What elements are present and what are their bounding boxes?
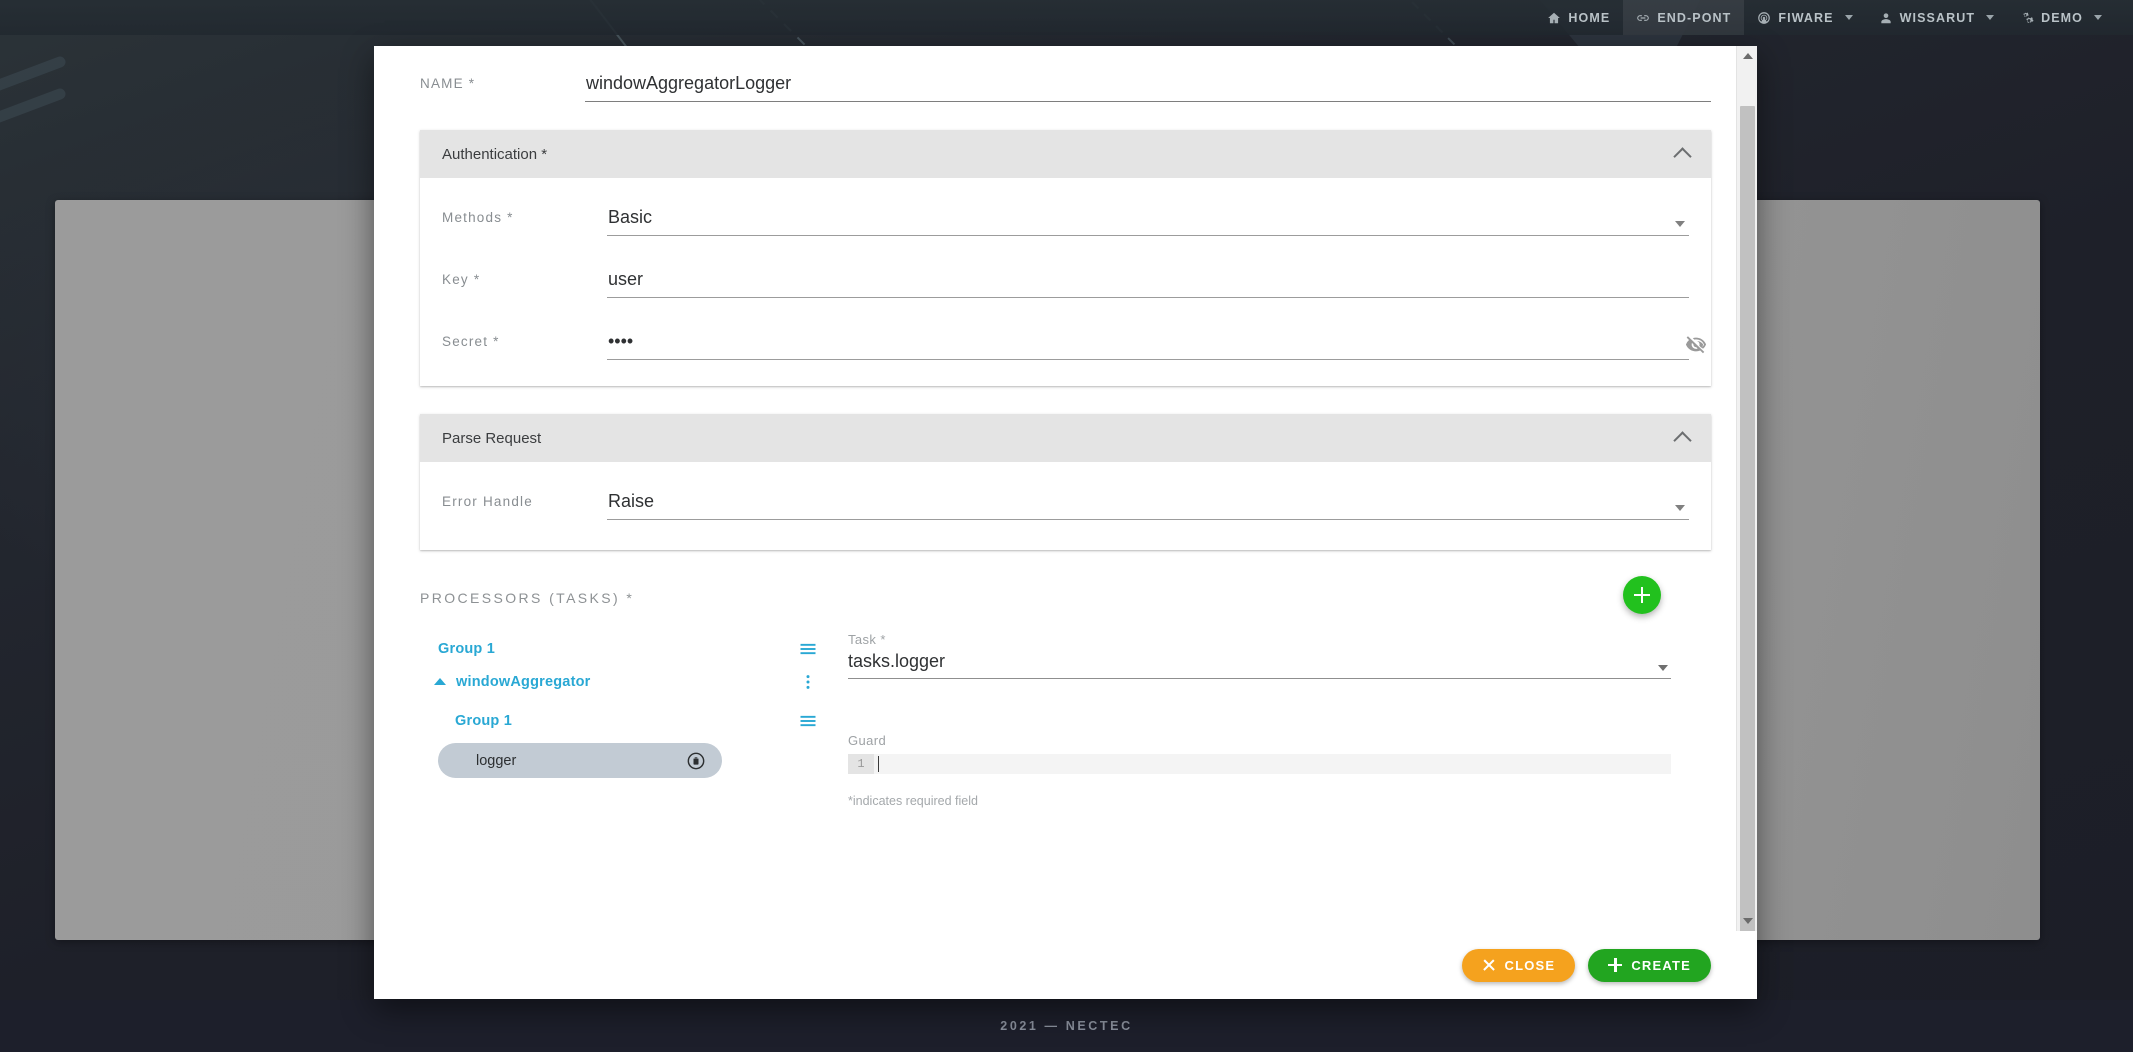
tree-row-nested-group-1[interactable]: Group 1 bbox=[420, 704, 820, 737]
hamburger-icon[interactable] bbox=[796, 637, 820, 661]
name-field-row: NAME * windowAggregatorLogger bbox=[398, 70, 1733, 102]
methods-select-value[interactable]: Basic bbox=[607, 204, 1689, 230]
authentication-panel-header[interactable]: Authentication * bbox=[420, 130, 1711, 178]
task-select-value[interactable]: tasks.logger bbox=[848, 649, 1671, 674]
tree-item-label: Group 1 bbox=[438, 640, 495, 657]
scrollbar-thumb[interactable] bbox=[1740, 106, 1755, 931]
close-button[interactable]: CLOSE bbox=[1461, 948, 1576, 982]
chevron-down-icon bbox=[2094, 15, 2102, 20]
create-button[interactable]: CREATE bbox=[1588, 948, 1711, 982]
nav-item-fiware[interactable]: FIWARE bbox=[1744, 0, 1865, 35]
authentication-panel-body: Methods * Basic Key * user Secret * •••• bbox=[420, 178, 1711, 386]
secret-input[interactable]: •••• bbox=[607, 328, 1689, 354]
close-button-label: CLOSE bbox=[1504, 957, 1556, 973]
gears-icon bbox=[2020, 11, 2034, 25]
nav-item-end-point[interactable]: END-PONT bbox=[1623, 0, 1745, 35]
tree-item-label: Group 1 bbox=[455, 712, 512, 729]
scroll-up-arrow[interactable] bbox=[1737, 46, 1757, 66]
secret-input-wrapper[interactable]: •••• bbox=[607, 328, 1707, 360]
link-icon bbox=[1636, 11, 1650, 25]
parse-request-panel-title: Parse Request bbox=[442, 429, 542, 447]
add-processor-button[interactable] bbox=[1623, 576, 1661, 614]
guard-line-number: 1 bbox=[848, 754, 874, 774]
page-footer: 2021 — NECTEC bbox=[0, 1000, 2133, 1052]
nav-label: DEMO bbox=[2041, 10, 2083, 25]
processors-section: PROCESSORS (TASKS) * Group 1 windowAggre… bbox=[420, 576, 1711, 808]
name-input-wrapper[interactable]: windowAggregatorLogger bbox=[585, 70, 1711, 102]
parse-request-panel-body: Error Handle Raise bbox=[420, 462, 1711, 550]
processors-columns: Group 1 windowAggregator Group 1 logger … bbox=[420, 632, 1711, 808]
processors-title: PROCESSORS (TASKS) * bbox=[420, 590, 635, 606]
scroll-down-arrow[interactable] bbox=[1737, 911, 1757, 931]
eye-off-icon[interactable] bbox=[1683, 331, 1709, 357]
key-label: Key * bbox=[442, 272, 481, 287]
person-icon bbox=[1879, 11, 1893, 25]
fiware-icon bbox=[1757, 11, 1771, 25]
tree-item-label: logger bbox=[476, 752, 517, 769]
guard-label: Guard bbox=[848, 733, 887, 748]
key-field-row: Key * user bbox=[420, 266, 1711, 298]
kebab-icon[interactable] bbox=[796, 670, 820, 694]
authentication-panel: Authentication * Methods * Basic Key * u… bbox=[420, 130, 1711, 386]
nav-label: HOME bbox=[1568, 10, 1611, 25]
error-handle-select-wrapper[interactable]: Raise bbox=[607, 488, 1689, 520]
close-x-icon bbox=[1482, 958, 1496, 972]
tree-row-group-1[interactable]: Group 1 bbox=[420, 632, 820, 665]
error-handle-label: Error Handle bbox=[442, 494, 533, 509]
hamburger-icon[interactable] bbox=[796, 709, 820, 733]
guard-field: Guard 1 bbox=[848, 733, 1671, 774]
nav-label: END-PONT bbox=[1657, 10, 1732, 25]
error-handle-field-row: Error Handle Raise bbox=[420, 488, 1711, 520]
parse-request-panel-header[interactable]: Parse Request bbox=[420, 414, 1711, 462]
key-input[interactable]: user bbox=[607, 266, 1689, 292]
top-navigation-bar: HOME END-PONT FIWARE WISSARUT DEMO bbox=[0, 0, 2133, 35]
chevron-down-icon[interactable] bbox=[1675, 221, 1685, 227]
chevron-down-icon[interactable] bbox=[1675, 505, 1685, 511]
dialog-scrollbar[interactable] bbox=[1736, 46, 1757, 931]
task-label: Task * bbox=[848, 632, 886, 647]
nav-item-demo[interactable]: DEMO bbox=[2007, 0, 2115, 35]
error-handle-select-value[interactable]: Raise bbox=[607, 488, 1689, 514]
authentication-panel-title: Authentication * bbox=[442, 145, 548, 163]
chevron-down-icon[interactable] bbox=[1658, 665, 1668, 671]
processor-detail: Task * tasks.logger Guard 1 *indicates r… bbox=[848, 632, 1711, 808]
secret-field-row: Secret * •••• bbox=[420, 328, 1711, 360]
dialog-action-bar: CLOSE CREATE bbox=[374, 931, 1757, 999]
parse-request-panel: Parse Request Error Handle Raise bbox=[420, 414, 1711, 550]
caret-up-icon[interactable] bbox=[434, 678, 446, 685]
nav-label: FIWARE bbox=[1778, 10, 1834, 25]
chevron-down-icon bbox=[1844, 15, 1853, 20]
methods-field-row: Methods * Basic bbox=[420, 204, 1711, 236]
tree-item-label: windowAggregator bbox=[456, 673, 591, 690]
task-field: Task * tasks.logger bbox=[848, 632, 1671, 679]
chevron-up-icon[interactable] bbox=[1673, 431, 1692, 450]
chevron-down-icon bbox=[1986, 15, 1995, 20]
text-cursor bbox=[878, 756, 879, 772]
name-input[interactable]: windowAggregatorLogger bbox=[585, 70, 1711, 96]
trash-icon[interactable] bbox=[684, 749, 708, 773]
endpoint-form-dialog: NAME * windowAggregatorLogger Authentica… bbox=[374, 46, 1757, 999]
create-button-label: CREATE bbox=[1631, 957, 1691, 973]
methods-select-wrapper[interactable]: Basic bbox=[607, 204, 1689, 236]
required-field-note: *indicates required field bbox=[848, 794, 978, 808]
dialog-scroll-area: NAME * windowAggregatorLogger Authentica… bbox=[374, 46, 1757, 931]
plus-icon bbox=[1608, 958, 1623, 972]
tree-chip-logger[interactable]: logger bbox=[438, 743, 722, 778]
nav-item-home[interactable]: HOME bbox=[1534, 0, 1623, 35]
nav-item-user[interactable]: WISSARUT bbox=[1866, 0, 2007, 35]
guard-code-editor[interactable]: 1 bbox=[848, 754, 1671, 774]
home-icon bbox=[1547, 11, 1561, 25]
processors-tree: Group 1 windowAggregator Group 1 logger bbox=[420, 632, 820, 808]
tree-row-window-aggregator[interactable]: windowAggregator bbox=[420, 665, 820, 698]
name-label: NAME * bbox=[420, 76, 476, 91]
secret-label: Secret * bbox=[442, 334, 500, 349]
methods-label: Methods * bbox=[442, 210, 514, 225]
nav-label: WISSARUT bbox=[1899, 10, 1976, 25]
task-select-wrapper[interactable]: tasks.logger bbox=[848, 649, 1671, 679]
chevron-up-icon[interactable] bbox=[1673, 147, 1692, 166]
footer-copyright: 2021 — NECTEC bbox=[1000, 1019, 1133, 1033]
key-input-wrapper[interactable]: user bbox=[607, 266, 1689, 298]
